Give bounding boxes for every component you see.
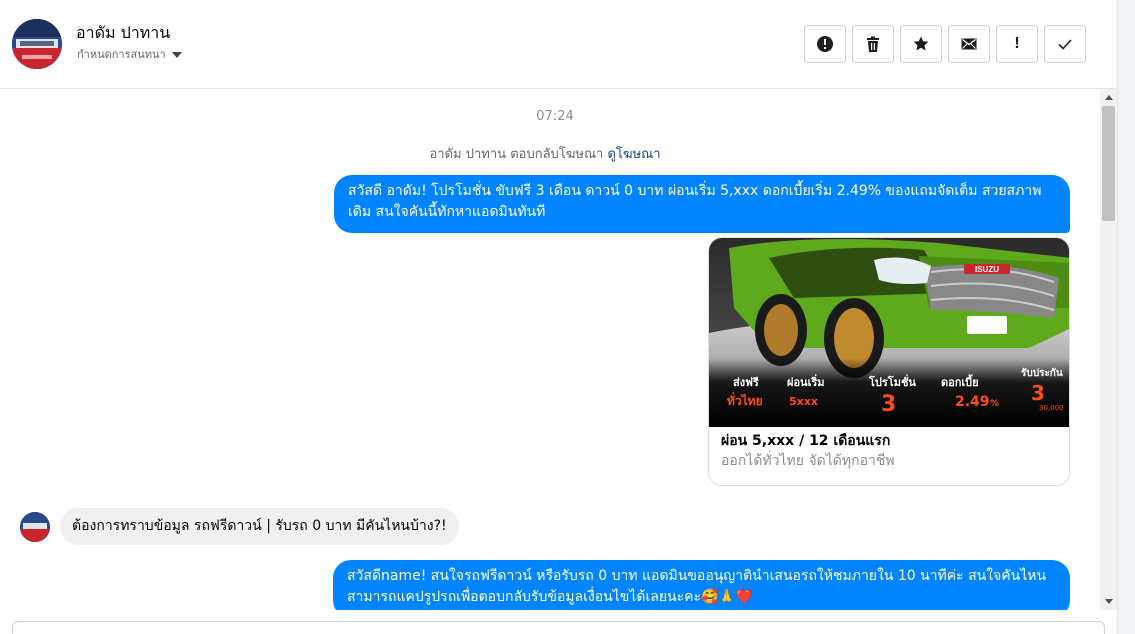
assign-conversation-label: กำหนดการสนทนา — [77, 48, 166, 61]
arrow-up-icon — [1104, 95, 1113, 100]
ad-installment-label: ผ่อนเริ่ม — [787, 374, 825, 389]
scroll-up-button[interactable] — [1100, 89, 1117, 106]
spam-button[interactable] — [804, 25, 846, 63]
alert-circle-icon — [817, 36, 833, 52]
delete-button[interactable] — [852, 25, 894, 63]
ad-warranty-value: 3 — [1031, 381, 1045, 405]
mark-unread-button[interactable] — [948, 25, 990, 63]
contact-name[interactable]: อาดัม ปาทาน — [76, 21, 170, 46]
ad-promo-label: โปรโมชั่น — [868, 374, 916, 389]
caret-down-icon — [171, 51, 182, 58]
inbox-conversation-view: อาดัม ปาทาน กำหนดการสนทนา ! 07:24 อาดัม … — [0, 0, 1117, 634]
ad-card[interactable]: ISUZU ส่งฟรี ทั่วไทย ผ่อนเริ่ม 5xxx โปรโ… — [708, 237, 1070, 486]
ad-shipping-value: ทั่วไทย — [727, 392, 763, 408]
thread-scrollbar[interactable] — [1100, 89, 1117, 610]
message-timestamp: 07:24 — [536, 109, 574, 124]
ad-installment-value: 5xxx — [789, 395, 818, 408]
conversation-toolbar: ! — [804, 25, 1086, 63]
right-panel-edge — [1117, 0, 1135, 634]
assign-conversation-dropdown[interactable]: กำหนดการสนทนา — [77, 45, 182, 63]
ad-interest-label: ดอกเบี้ย — [941, 374, 979, 389]
scroll-down-button[interactable] — [1100, 593, 1117, 610]
mark-done-button[interactable] — [1044, 25, 1086, 63]
ad-brand-text: ISUZU — [975, 265, 999, 274]
ad-reply-note: อาดัม ปาทาน ตอบกลับโฆษณา ดูโฆษณา — [0, 143, 1090, 164]
check-icon — [1058, 39, 1072, 50]
view-ad-link[interactable]: ดูโฆษณา — [607, 147, 660, 162]
star-button[interactable] — [900, 25, 942, 63]
ad-interest-value: 2.49 — [955, 394, 990, 410]
outgoing-message: สวัสดีname! สนใจรถฟรีดาวน์ หรือรับรถ 0 บ… — [333, 560, 1070, 610]
ad-warranty-sub: 30,000 — [1039, 404, 1064, 412]
message-composer[interactable] — [12, 621, 1105, 634]
exclamation-icon: ! — [1014, 35, 1020, 52]
ad-shipping-label: ส่งฟรี — [733, 376, 759, 389]
star-icon — [913, 36, 929, 51]
incoming-message: ต้องการทราบข้อมูล รถฟรีดาวน์ | รับรถ 0 บ… — [60, 508, 459, 545]
ad-card-image: ISUZU ส่งฟรี ทั่วไทย ผ่อนเริ่ม 5xxx โปรโ… — [709, 238, 1069, 427]
envelope-icon — [961, 38, 977, 50]
scrollbar-thumb[interactable] — [1102, 106, 1115, 221]
ad-promo-value: 3 — [881, 392, 896, 417]
ad-warranty-label: รับประกัน — [1021, 367, 1063, 379]
conversation-header: อาดัม ปาทาน กำหนดการสนทนา ! — [0, 0, 1117, 89]
ad-interest-unit: % — [990, 399, 999, 409]
arrow-down-icon — [1104, 599, 1113, 604]
follow-up-button[interactable]: ! — [996, 25, 1038, 63]
message-thread: 07:24 อาดัม ปาทาน ตอบกลับโฆษณา ดูโฆษณา ส… — [0, 89, 1100, 610]
contact-avatar-small[interactable] — [20, 512, 50, 542]
contact-avatar[interactable] — [12, 19, 62, 69]
outgoing-message: สวัสดี อาดัม! โปรโมชั่น ขับฟรี 3 เดือน ด… — [334, 175, 1070, 233]
ad-card-subtitle: ออกได้ทั่วไทย จัดได้ทุกอาชีพ — [721, 453, 895, 469]
trash-icon — [867, 36, 879, 52]
ad-card-title: ผ่อน 5,xxx / 12 เดือนแรก — [721, 433, 891, 449]
ad-reply-note-text: อาดัม ปาทาน ตอบกลับโฆษณา — [429, 147, 604, 162]
